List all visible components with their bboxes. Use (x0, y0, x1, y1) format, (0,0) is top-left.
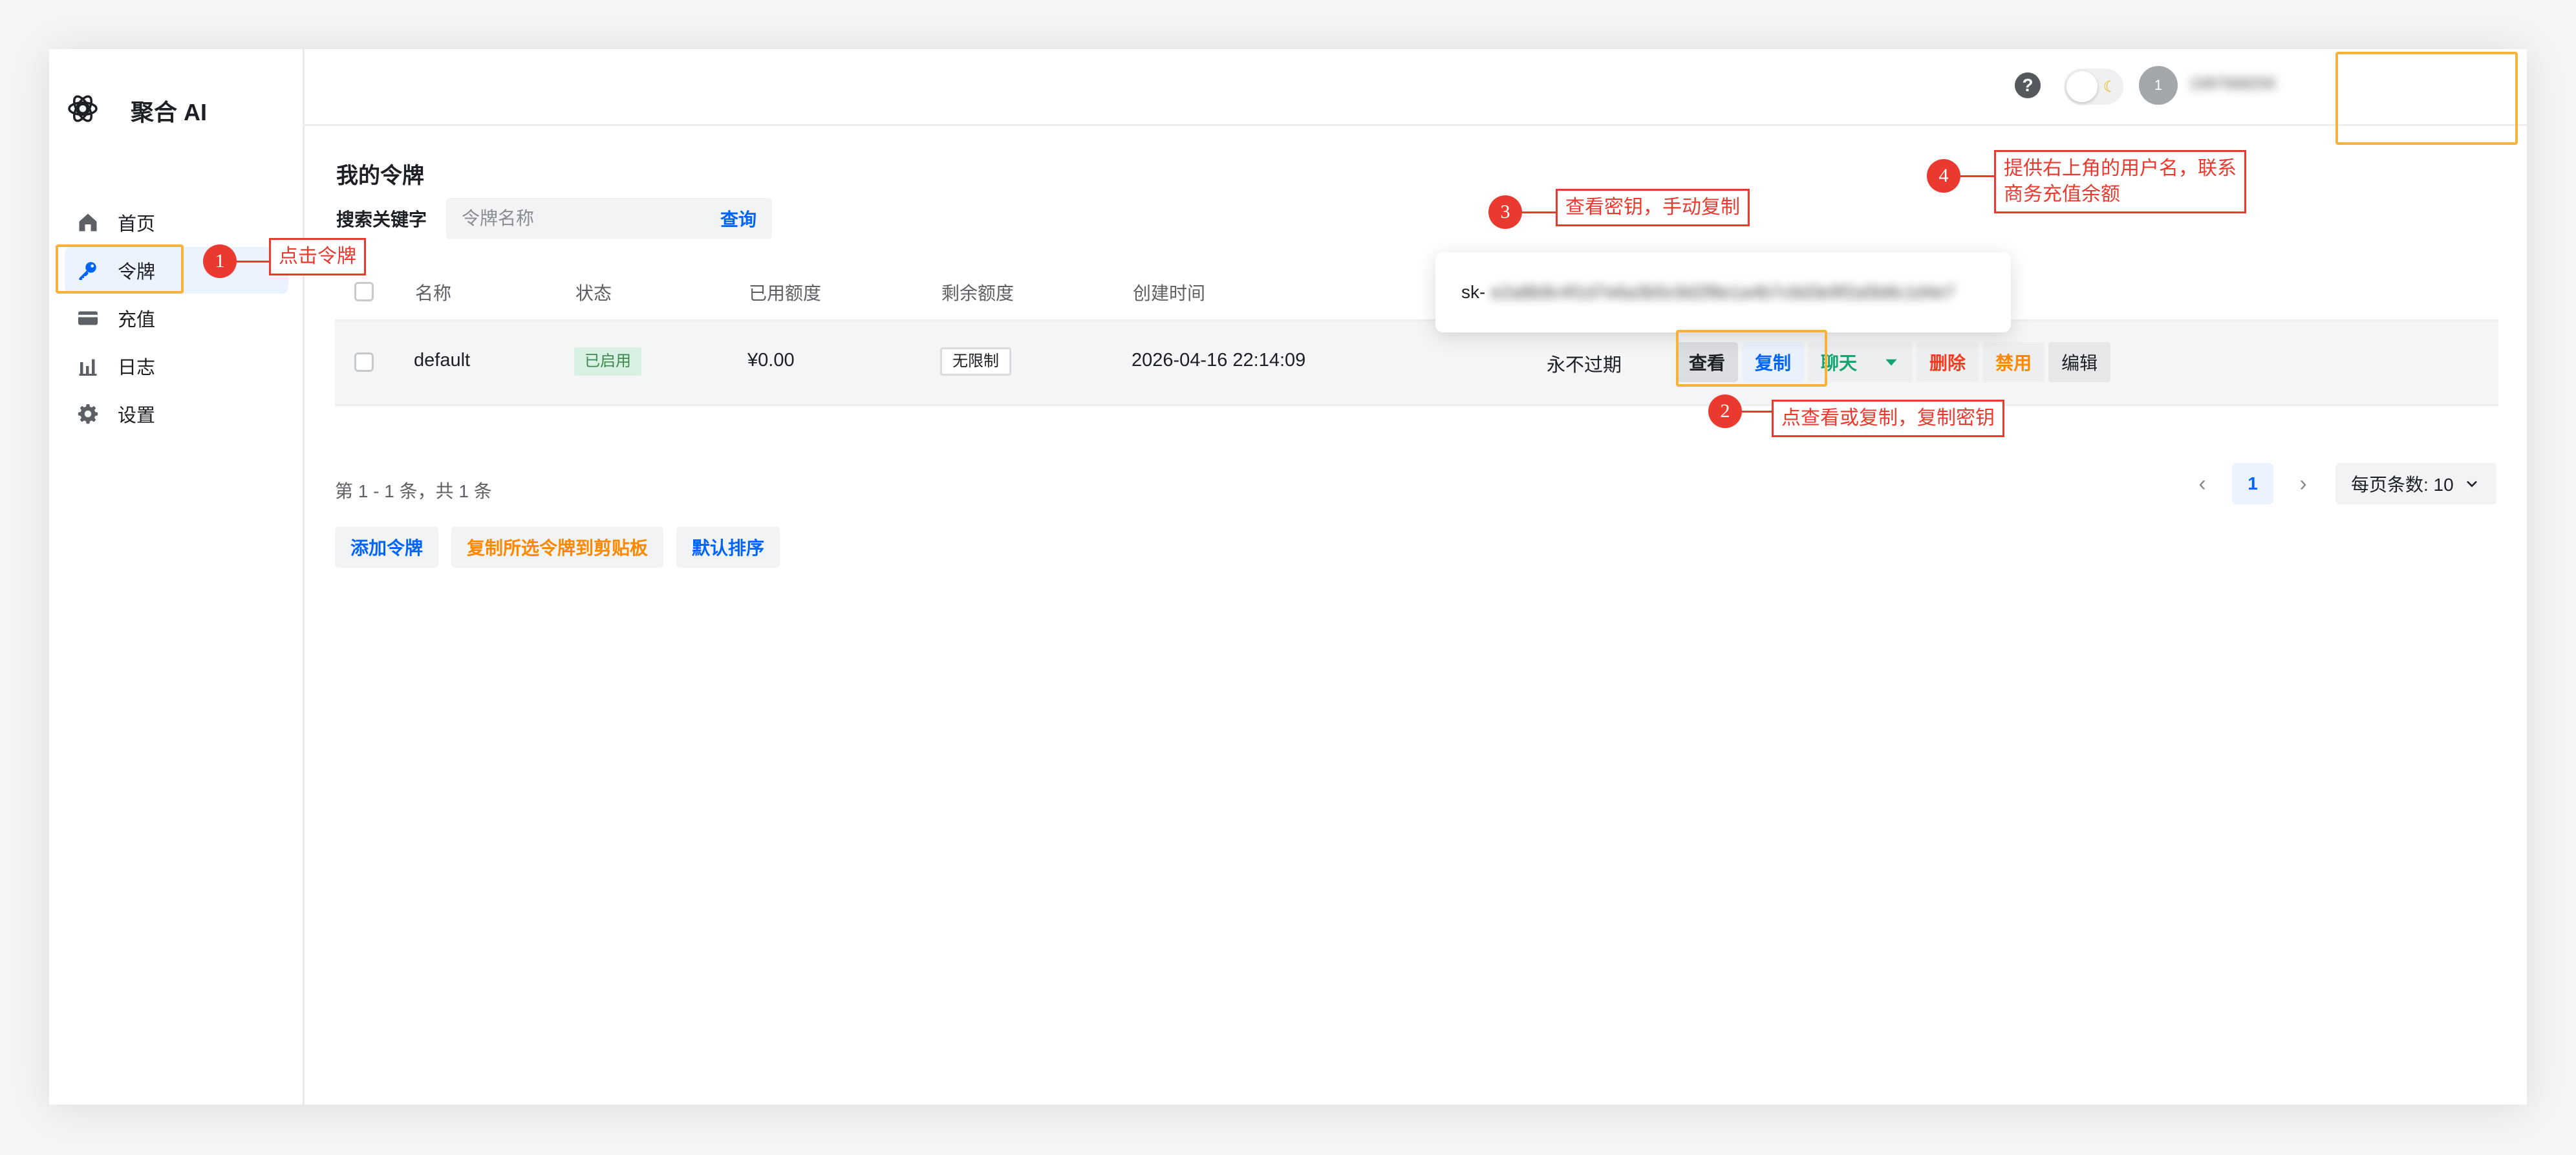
row-checkbox[interactable] (354, 352, 374, 372)
bar-chart-icon (75, 353, 101, 379)
column-header: 已用额度 (749, 283, 822, 303)
avatar[interactable]: 1 (2139, 66, 2178, 105)
key-popover[interactable]: sk- e2a8b9c4f1d7e6a3b5c9d2f8e1a4b7c6d3e9… (1435, 252, 2011, 332)
highlight-tokens-nav (56, 244, 184, 294)
annotation-line (1960, 175, 1994, 177)
table-row[interactable]: default 已启用 ¥0.00 无限制 2026-04-16 22:14:0… (335, 321, 2498, 406)
annotation-marker: 1 (203, 244, 237, 278)
page-number[interactable]: 1 (2232, 463, 2273, 504)
annotation-marker: 2 (1708, 394, 1742, 428)
sidebar-item-label: 设置 (118, 405, 156, 426)
sidebar-item-label: 充值 (118, 310, 156, 330)
annotation-note: 点击令牌 (269, 238, 366, 275)
theme-toggle[interactable]: ☾ (2064, 69, 2123, 105)
app-window: 聚合 AI 首页 令牌 充值 日志 设置 ? ☾ 1 1587568255 我的… (49, 49, 2527, 1105)
bottom-actions: 添加令牌 复制所选令牌到剪贴板 默认排序 (335, 526, 793, 568)
status-badge: 已启用 (574, 347, 641, 376)
key-prefix: sk- (1461, 282, 1486, 302)
sidebar-item-label: 首页 (118, 214, 156, 235)
disable-button[interactable]: 禁用 (1982, 342, 2045, 382)
sidebar-item-logs[interactable]: 日志 (65, 343, 288, 389)
annotation-line (1742, 411, 1772, 413)
openai-logo-icon (65, 91, 101, 130)
key-value-blurred[interactable]: e2a8b9c4f1d7e6a3b5c9d2f8e1a4b7c6d3e9f2a5… (1491, 282, 1982, 303)
sidebar-item-label: 日志 (118, 358, 156, 378)
username[interactable]: 1587568255 (2189, 75, 2299, 96)
remaining-quota-badge: 无限制 (940, 347, 1011, 376)
add-token-button[interactable]: 添加令牌 (335, 526, 439, 568)
gear-icon (75, 401, 101, 427)
chevron-down-icon (2466, 480, 2477, 488)
brand-name: 聚合 AI (131, 98, 208, 125)
expiry-time: 永不过期 (1547, 355, 1622, 376)
select-all-checkbox[interactable] (354, 282, 374, 301)
caret-down-icon (1885, 359, 1897, 366)
home-icon (75, 210, 101, 235)
sidebar-item-home[interactable]: 首页 (65, 199, 288, 246)
help-icon[interactable]: ? (2015, 72, 2041, 98)
annotation-marker: 4 (1927, 159, 1960, 193)
annotation-note-line: 提供右上角的用户名，联系 (2004, 158, 2237, 179)
used-quota: ¥0.00 (747, 350, 795, 371)
search-input[interactable] (446, 198, 728, 239)
tokens-table: 名称 状态 已用额度 剩余额度 创建时间 default 已启用 ¥0.00 无… (335, 264, 2498, 406)
toggle-knob (2066, 71, 2098, 102)
copy-selected-tokens-button[interactable]: 复制所选令牌到剪贴板 (451, 526, 664, 568)
sidebar-item-settings[interactable]: 设置 (65, 391, 288, 437)
annotation-note: 点查看或复制，复制密钥 (1772, 400, 2004, 437)
page-size-label: 每页条数: 10 (2351, 475, 2454, 495)
chat-dropdown-button[interactable] (1870, 342, 1913, 382)
annotation-marker: 3 (1488, 195, 1522, 229)
prev-page-icon[interactable]: ‹ (2183, 463, 2222, 504)
delete-button[interactable]: 删除 (1916, 342, 1979, 382)
table-header: 名称 状态 已用额度 剩余额度 创建时间 (335, 264, 2498, 321)
edit-button[interactable]: 编辑 (2048, 342, 2111, 382)
column-header: 名称 (415, 283, 452, 303)
page-title: 我的令牌 (336, 164, 424, 188)
default-sort-button[interactable]: 默认排序 (676, 526, 780, 568)
pagination: ‹ 1 › 每页条数: 10 (2183, 463, 2496, 504)
annotation-line (1522, 211, 1556, 213)
annotation-line (237, 261, 269, 263)
column-header: 状态 (575, 283, 612, 303)
brand[interactable]: 聚合 AI (65, 91, 207, 130)
highlight-username (2335, 52, 2518, 145)
search-label: 搜索关键字 (336, 210, 427, 230)
credit-card-icon (75, 305, 101, 331)
sidebar: 聚合 AI 首页 令牌 充值 日志 设置 (49, 49, 305, 1105)
annotation-note-line: 商务充值余额 (2004, 184, 2120, 205)
token-name: default (414, 350, 471, 371)
sidebar-nav: 首页 令牌 充值 日志 设置 (65, 199, 288, 438)
page-size-select[interactable]: 每页条数: 10 (2335, 463, 2496, 504)
sidebar-item-topup[interactable]: 充值 (65, 295, 288, 341)
query-button[interactable]: 查询 (705, 198, 773, 239)
highlight-view-copy (1676, 330, 1827, 387)
column-header: 剩余额度 (941, 283, 1014, 303)
column-header: 创建时间 (1133, 283, 1206, 303)
created-time: 2026-04-16 22:14:09 (1132, 350, 1306, 371)
next-page-icon[interactable]: › (2284, 463, 2323, 504)
moon-icon: ☾ (2103, 78, 2117, 96)
annotation-note: 查看密钥，手动复制 (1556, 189, 1750, 226)
annotation-note: 提供右上角的用户名，联系 商务充值余额 (1994, 150, 2246, 213)
pagination-info: 第 1 - 1 条，共 1 条 (335, 481, 492, 501)
